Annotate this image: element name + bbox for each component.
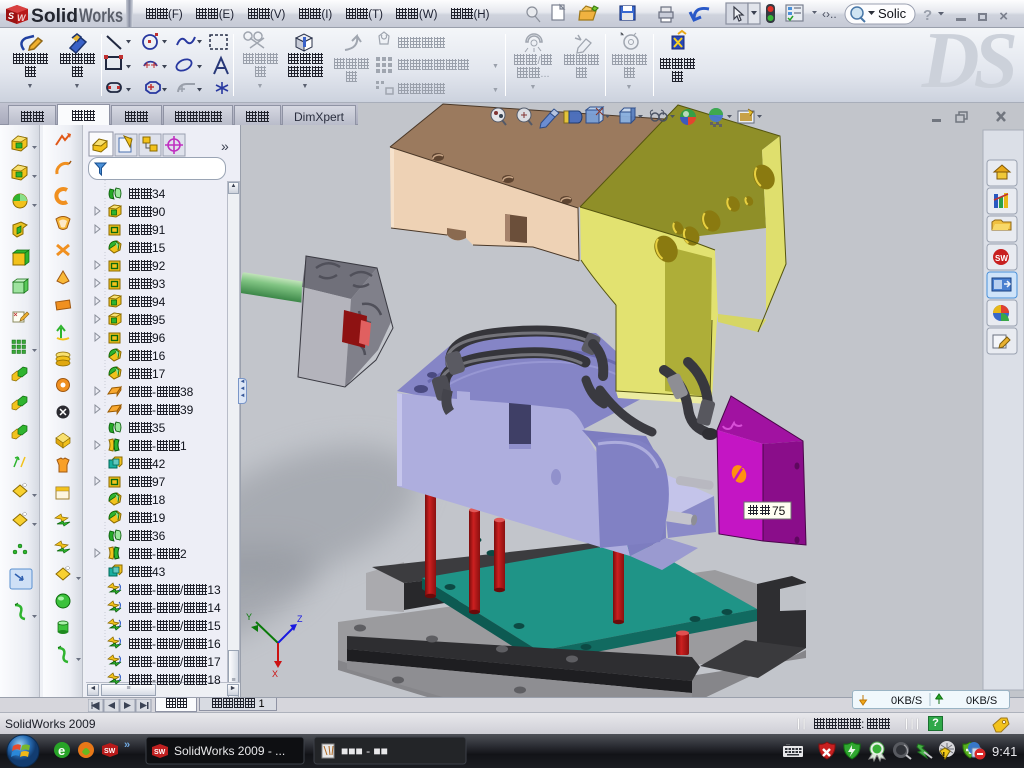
svg-text:SolidWorks 2009 - ...: SolidWorks 2009 - ...: [174, 744, 285, 758]
svg-text:!: !: [943, 751, 946, 760]
svg-text:SW: SW: [154, 749, 166, 756]
svg-text:9:41: 9:41: [992, 744, 1017, 759]
svg-text:e: e: [58, 743, 65, 758]
svg-text:Y: Y: [246, 612, 252, 622]
svg-text:»: »: [124, 739, 130, 751]
svg-text:■■■ - ■■: ■■■ - ■■: [341, 744, 388, 758]
svg-text:Works: Works: [79, 6, 123, 26]
svg-text:Solic: Solic: [878, 6, 907, 21]
svg-text:75: 75: [772, 504, 786, 518]
svg-text:0KB/S: 0KB/S: [891, 695, 922, 707]
svg-text:—: —: [786, 742, 790, 747]
svg-text:Z: Z: [297, 614, 303, 624]
svg-text:‹›..: ‹›..: [822, 7, 837, 21]
svg-text:X: X: [272, 669, 278, 679]
svg-text:SW: SW: [995, 254, 1008, 263]
svg-text:SW: SW: [104, 748, 116, 755]
svg-text:S: S: [8, 11, 14, 21]
svg-text:Solid: Solid: [31, 6, 78, 26]
svg-text:0KB/S: 0KB/S: [966, 695, 997, 707]
